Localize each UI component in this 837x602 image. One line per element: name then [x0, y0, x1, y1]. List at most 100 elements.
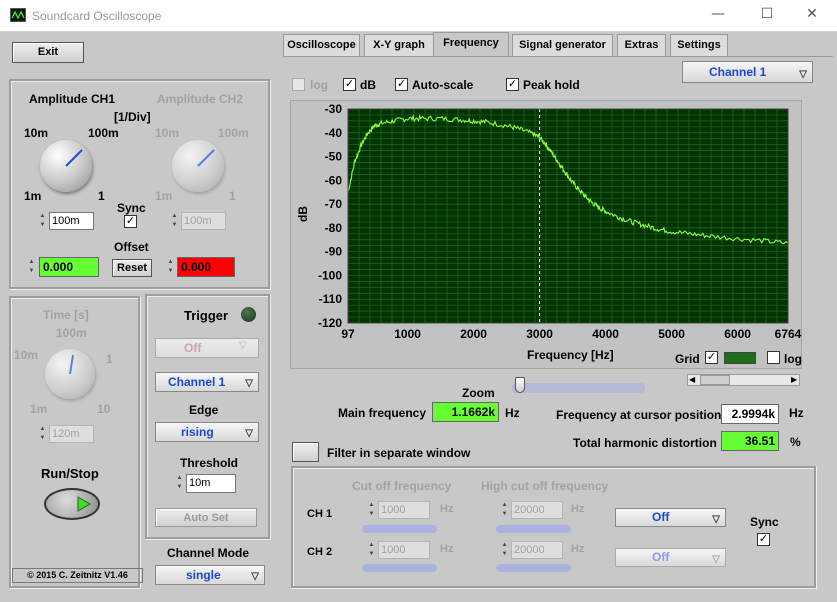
copyright-label: © 2015 C. Zeitnitz V1.46: [12, 568, 143, 583]
filter-sync-label: Sync: [750, 515, 779, 529]
ch1-low-spinner[interactable]: ▲ ▼: [367, 501, 376, 519]
db-label: dB: [360, 78, 376, 92]
filter-sync-checkbox[interactable]: ✓: [757, 533, 770, 546]
tab-content-border: [283, 56, 833, 57]
tab-oscilloscope[interactable]: Oscilloscope: [283, 34, 360, 56]
ch1-high-slider[interactable]: [496, 525, 571, 533]
minimize-button[interactable]: —: [703, 6, 733, 26]
spectrum-chart[interactable]: -30 -40 -50 -60 -70 -80 -90 -100 -110 -12097 1000 2…: [290, 100, 802, 369]
ch2-high-spinner[interactable]: ▲ ▼: [500, 541, 509, 559]
exit-button[interactable]: Exit: [12, 42, 84, 63]
x-tick-label: 6000: [724, 327, 751, 341]
filter-window-button[interactable]: [292, 442, 319, 462]
ch1-low-unit: Hz: [440, 503, 454, 515]
filter-ch1-mode-dropdown[interactable]: Off ▽: [615, 508, 726, 527]
cursor-frequency-unit: Hz: [789, 406, 804, 420]
zoom-slider-track[interactable]: [512, 383, 645, 393]
filter-ch1-mode-value: Off: [652, 510, 670, 524]
ch1-amplitude-input[interactable]: 100m: [49, 212, 94, 230]
y-tick-label: -60: [325, 173, 343, 187]
ch1-amplitude-spinner[interactable]: ▲ ▼: [38, 212, 47, 230]
title-bar: Soundcard Oscilloscope — ☐ ✕: [0, 0, 837, 32]
ch2-low-slider[interactable]: [362, 564, 437, 572]
scrollbar-thumb[interactable]: [700, 375, 730, 385]
zoom-slider-handle[interactable]: [515, 377, 525, 393]
time-input[interactable]: 120m: [49, 425, 94, 443]
scroll-left-icon[interactable]: ◀: [689, 374, 695, 386]
db-checkbox[interactable]: ✓: [343, 78, 356, 91]
ch1-offset-spinner[interactable]: ▲ ▼: [27, 258, 36, 276]
chevron-down-icon: ▽: [712, 554, 720, 565]
trigger-channel-value: Channel 1: [168, 375, 226, 389]
amplitude-units: [1/Div]: [114, 110, 151, 124]
log-checkbox[interactable]: [292, 78, 305, 91]
cursor-frequency-label: Frequency at cursor position: [556, 408, 722, 422]
tab-xy-graph[interactable]: X-Y graph: [364, 34, 434, 56]
scroll-right-icon[interactable]: ▶: [791, 374, 797, 386]
y-tick-label: -70: [325, 197, 343, 211]
x-tick-label: 6764: [775, 327, 802, 341]
run-stop-button[interactable]: [44, 488, 100, 520]
auto-set-button[interactable]: Auto Set: [155, 508, 257, 527]
log-axis-checkbox[interactable]: [767, 351, 780, 364]
grid-checkbox[interactable]: ✓: [705, 351, 718, 364]
ch2-offset-spinner[interactable]: ▲ ▼: [166, 258, 175, 276]
x-tick-label: 4000: [592, 327, 619, 341]
y-tick-label: -30: [325, 102, 343, 116]
threshold-spinner[interactable]: ▲ ▼: [175, 474, 184, 492]
amplitude-ch1-knob[interactable]: [40, 140, 92, 192]
filter-ch2-mode-dropdown[interactable]: Off ▽: [615, 548, 726, 567]
ch1-low-slider[interactable]: [362, 525, 437, 533]
ch1-scale-1m: 1m: [24, 189, 42, 203]
log-axis-label: log: [784, 352, 802, 366]
ch1-high-input[interactable]: 20000: [511, 501, 563, 519]
grid-color-swatch[interactable]: [724, 352, 756, 364]
sync-checkbox[interactable]: ✓: [124, 215, 137, 228]
ch2-low-input[interactable]: 1000: [378, 541, 430, 559]
time-spinner[interactable]: ▲ ▼: [38, 425, 47, 443]
ch1-offset-display[interactable]: 0.000: [39, 257, 99, 277]
time-scale-100m: 100m: [56, 326, 87, 340]
cutoff-label: Cut off frequency: [352, 479, 452, 493]
channel-mode-value: single: [186, 568, 221, 582]
ch1-low-input[interactable]: 1000: [378, 501, 430, 519]
edge-dropdown[interactable]: rising ▽: [155, 422, 259, 442]
y-tick-label: -90: [325, 245, 343, 259]
chevron-down-icon: ▽: [799, 69, 807, 80]
ch1-high-spinner[interactable]: ▲ ▼: [500, 501, 509, 519]
amplitude-ch2-knob[interactable]: [172, 140, 224, 192]
main-frequency-display: 1.1662k: [432, 402, 499, 422]
ch2-low-spinner[interactable]: ▲ ▼: [367, 541, 376, 559]
chevron-down-icon: ▽: [251, 571, 259, 582]
ch2-offset-display[interactable]: 0.000: [177, 257, 235, 277]
trigger-channel-dropdown[interactable]: Channel 1 ▽: [155, 372, 259, 392]
ch2-high-input[interactable]: 20000: [511, 541, 563, 559]
channel-mode-dropdown[interactable]: single ▽: [155, 565, 265, 585]
tab-signal-generator[interactable]: Signal generator: [512, 34, 613, 56]
highcut-label: High cut off frequency: [481, 479, 609, 493]
ch2-high-slider[interactable]: [496, 564, 571, 572]
ch2-amplitude-input[interactable]: 100m: [181, 212, 226, 230]
ch2-scale-10m: 10m: [155, 126, 180, 140]
filter-ch2-label: CH 2: [307, 546, 333, 558]
maximize-button[interactable]: ☐: [752, 6, 782, 26]
run-stop-label: Run/Stop: [41, 466, 99, 481]
play-icon: [77, 496, 91, 512]
threshold-input[interactable]: 10m: [186, 474, 236, 493]
tab-settings[interactable]: Settings: [670, 34, 728, 56]
close-button[interactable]: ✕: [797, 6, 827, 26]
time-scale-10: 10: [97, 402, 111, 416]
ch2-amplitude-spinner[interactable]: ▲ ▼: [170, 212, 179, 230]
peakhold-checkbox[interactable]: ✓: [506, 78, 519, 91]
filter-window-label: Filter in separate window: [327, 446, 471, 460]
reset-button[interactable]: Reset: [112, 259, 152, 277]
time-scale-1m: 1m: [30, 402, 48, 416]
spectrum-channel-value: Channel 1: [709, 65, 767, 79]
tab-frequency[interactable]: Frequency: [433, 32, 509, 56]
spectrum-channel-dropdown[interactable]: Channel 1 ▽: [682, 61, 813, 83]
time-knob[interactable]: [45, 349, 95, 399]
tab-extras[interactable]: Extras: [617, 34, 666, 56]
channel-mode-label: Channel Mode: [167, 546, 250, 560]
autoscale-checkbox[interactable]: ✓: [395, 78, 408, 91]
ch2-scale-1m: 1m: [155, 189, 173, 203]
